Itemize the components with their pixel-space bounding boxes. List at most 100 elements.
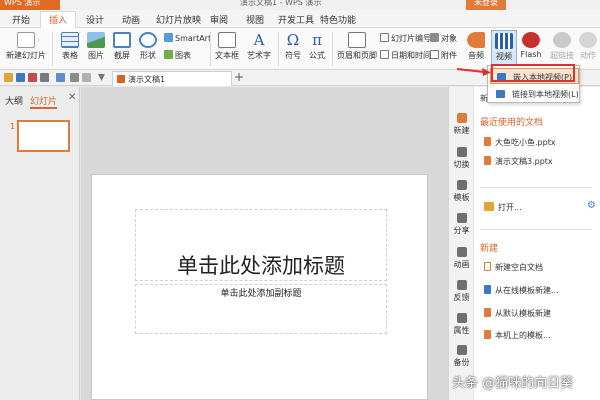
video-button[interactable]: 视频 bbox=[491, 30, 517, 68]
hyperlink-button[interactable]: 超链接 bbox=[549, 32, 575, 61]
hyperlink-label: 超链接 bbox=[550, 51, 574, 60]
symbol-label: 符号 bbox=[285, 51, 301, 60]
new-blank-doc[interactable]: 新建空白文档 bbox=[484, 262, 543, 273]
tab-home[interactable]: 开始 bbox=[12, 13, 30, 26]
subtitle-placeholder[interactable]: 单击此处添加副标题 bbox=[135, 284, 387, 334]
symbol-button[interactable]: Ω 符号 bbox=[282, 32, 304, 61]
menu-item-link-video[interactable]: 链接到本地视频(L) bbox=[490, 86, 579, 102]
tab-design[interactable]: 设计 bbox=[86, 13, 104, 26]
wordart-button[interactable]: A 艺术字 bbox=[246, 32, 272, 61]
recent-docs-title: 最近使用的文档 bbox=[480, 118, 544, 128]
share-icon bbox=[456, 213, 467, 223]
new-slide-button[interactable]: 新建幻灯片 bbox=[6, 32, 46, 61]
open-icon[interactable] bbox=[4, 73, 13, 82]
picture-button[interactable]: 图片 bbox=[84, 32, 108, 61]
strip-new-label: 新建 bbox=[453, 126, 470, 135]
header-footer-icon bbox=[348, 32, 366, 48]
template-icon bbox=[456, 180, 467, 190]
slide-thumbnail[interactable] bbox=[17, 120, 70, 152]
omega-icon: Ω bbox=[286, 31, 300, 49]
tab-review[interactable]: 审阅 bbox=[210, 13, 228, 26]
chevron-down-icon[interactable] bbox=[98, 74, 105, 81]
preview-icon[interactable] bbox=[56, 73, 65, 82]
shape-icon bbox=[139, 32, 157, 48]
strip-backup[interactable]: 备份 bbox=[449, 345, 474, 368]
action-button[interactable]: 动作 bbox=[577, 32, 599, 61]
print-icon[interactable] bbox=[40, 73, 49, 82]
strip-template[interactable]: 模板 bbox=[449, 180, 474, 203]
flash-label: Flash bbox=[520, 50, 542, 59]
table-button[interactable]: 表格 bbox=[58, 32, 82, 61]
slides-panel: 大纲 幻灯片 ✕ 1 bbox=[0, 87, 80, 400]
new-from-default-template[interactable]: 从默认模板新建 bbox=[484, 308, 551, 319]
object-icon bbox=[430, 33, 439, 42]
app-menu-button[interactable]: WPS 演示 bbox=[0, 0, 60, 10]
recent-file[interactable]: 演示文稿3.pptx bbox=[484, 156, 553, 167]
film-icon bbox=[495, 33, 513, 49]
flash-button[interactable]: Flash bbox=[519, 32, 543, 59]
recent-file[interactable]: 大鱼吃小鱼.pptx bbox=[484, 137, 556, 148]
strip-share[interactable]: 分享 bbox=[449, 213, 474, 236]
object-button[interactable]: 对象 bbox=[430, 33, 457, 44]
open-link[interactable]: 打开... bbox=[484, 202, 522, 213]
audio-button[interactable]: 音频 bbox=[464, 32, 488, 61]
attachment-label: 附件 bbox=[441, 51, 457, 60]
strip-feedback[interactable]: 反馈 bbox=[449, 280, 474, 303]
slide-number-button[interactable]: 幻灯片编号 bbox=[380, 33, 431, 44]
tab-insert[interactable]: 插入 bbox=[40, 11, 77, 28]
wordart-label: 艺术字 bbox=[247, 51, 271, 60]
close-icon[interactable]: ✕ bbox=[68, 92, 76, 103]
flash-icon bbox=[522, 32, 540, 48]
pdf-icon[interactable] bbox=[28, 73, 37, 82]
strip-transition[interactable]: 切换 bbox=[449, 147, 474, 170]
tab-features[interactable]: 特色功能 bbox=[320, 13, 356, 26]
header-footer-button[interactable]: 页眉和页脚 bbox=[336, 32, 378, 61]
new-tab-plus-icon[interactable]: + bbox=[234, 70, 244, 84]
tab-outline[interactable]: 大纲 bbox=[5, 94, 23, 107]
tab-slideshow[interactable]: 幻灯片放映 bbox=[156, 13, 201, 26]
document-tab[interactable]: 演示文稿1 bbox=[112, 71, 232, 86]
title-bar: WPS 演示 演示文稿1 - WPS 演示 未登录 bbox=[0, 0, 600, 10]
tab-developer[interactable]: 开发工具 bbox=[278, 13, 314, 26]
pptx-file-icon bbox=[484, 137, 491, 146]
date-time-button[interactable]: 日期和时间 bbox=[380, 50, 431, 61]
local-templates-label: 本机上的模板... bbox=[495, 331, 551, 340]
picture-label: 图片 bbox=[88, 51, 104, 60]
divider bbox=[52, 32, 53, 66]
tab-view[interactable]: 视图 bbox=[246, 13, 264, 26]
slide-number-label: 幻灯片编号 bbox=[391, 34, 431, 43]
redo-icon[interactable] bbox=[82, 73, 91, 82]
strip-animation[interactable]: 动画 bbox=[449, 247, 474, 270]
formula-button[interactable]: π 公式 bbox=[306, 32, 328, 61]
textbox-button[interactable]: 文本框 bbox=[214, 32, 240, 61]
title-placeholder[interactable]: 单击此处添加标题 bbox=[135, 209, 387, 281]
default-template-icon bbox=[484, 308, 491, 317]
strip-new[interactable]: 新建 bbox=[449, 113, 474, 136]
slide[interactable]: 单击此处添加标题 单击此处添加副标题 bbox=[91, 174, 428, 400]
local-templates[interactable]: 本机上的模板... bbox=[484, 330, 551, 341]
globe-icon bbox=[553, 32, 571, 48]
new-from-online-template[interactable]: 从在线模板新建... bbox=[484, 285, 559, 296]
open-label: 打开... bbox=[498, 203, 522, 212]
undo-icon[interactable] bbox=[70, 73, 79, 82]
strip-share-label: 分享 bbox=[453, 226, 470, 235]
login-button[interactable]: 未登录 bbox=[466, 0, 506, 10]
settings-gear-icon[interactable]: ⚙ bbox=[587, 200, 596, 211]
editing-canvas: 单击此处添加标题 单击此处添加副标题 bbox=[81, 87, 472, 400]
attachment-button[interactable]: 附件 bbox=[430, 50, 457, 61]
video-label: 视频 bbox=[496, 52, 512, 61]
save-icon[interactable] bbox=[16, 73, 25, 82]
smartart-button[interactable]: SmartArt bbox=[164, 33, 211, 43]
new-blank-label: 新建空白文档 bbox=[495, 263, 543, 272]
shape-button[interactable]: 形状 bbox=[136, 32, 160, 61]
calendar-icon bbox=[380, 50, 389, 59]
link-video-label: 链接到本地视频(L) bbox=[512, 90, 579, 99]
recent-file-name: 演示文稿3.pptx bbox=[495, 157, 553, 166]
screenshot-button[interactable]: 截屏 bbox=[110, 32, 134, 61]
tab-animation[interactable]: 动画 bbox=[122, 13, 140, 26]
pi-icon: π bbox=[312, 31, 322, 49]
tab-slides[interactable]: 幻灯片 bbox=[30, 94, 58, 109]
date-time-label: 日期和时间 bbox=[391, 51, 431, 60]
chart-button[interactable]: 图表 bbox=[164, 50, 191, 61]
strip-properties[interactable]: 属性 bbox=[449, 313, 474, 336]
